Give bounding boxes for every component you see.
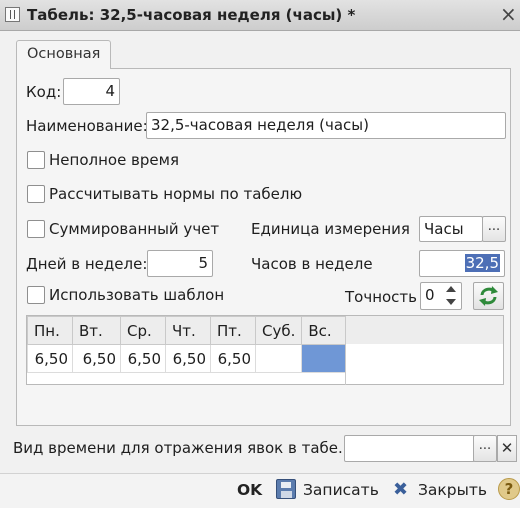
grid-header-wed[interactable]: Ср. [120,316,166,345]
grid-header-mon[interactable]: Пн. [27,316,73,345]
clear-icon[interactable]: ✕ [497,435,517,462]
help-button[interactable]: ? [498,478,520,500]
spin-down-icon[interactable] [446,299,456,305]
ok-button[interactable]: OK [237,481,262,499]
kod-field[interactable]: 4 [63,78,120,105]
days-label: Дней в неделе: [26,255,148,273]
time-type-select-button[interactable]: ... [473,435,497,462]
grid-header-sun[interactable]: Вс. [301,316,347,345]
grid-cell-thu[interactable]: 6,50 [165,344,211,373]
refresh-icon [479,286,498,306]
precision-label: Точность [345,288,418,306]
title-bar: Табель: 32,5-часовая неделя (часы) * × [0,0,520,31]
grid-cell-mon[interactable]: 6,50 [27,344,73,373]
days-field[interactable]: 5 [147,250,213,277]
kod-label: Код: [26,83,62,101]
refresh-button[interactable] [473,282,504,310]
spin-up-icon[interactable] [446,286,456,292]
grid-cell-fri[interactable]: 6,50 [210,344,256,373]
close-window-button[interactable]: × [500,4,520,24]
tab-main-label: Основная [27,46,101,62]
partial-time-checkbox[interactable] [27,151,45,169]
calc-norms-checkbox[interactable] [27,185,45,203]
use-template-label: Использовать шаблон [49,286,225,304]
grid-cell-sun[interactable] [301,344,347,373]
save-button[interactable]: Записать [303,481,379,499]
grid-header-row: Пн. Вт. Ср. Чт. Пт. Суб. Вс. [27,316,347,345]
unit-label: Единица измерения [251,220,410,238]
name-field[interactable]: 32,5-часовая неделя (часы) [146,112,506,139]
grid-cell-sat[interactable] [254,344,303,373]
calc-norms-label: Рассчитывать нормы по табелю [49,185,303,203]
grid-header-tue[interactable]: Вт. [72,316,121,345]
window-title: Табель: 32,5-часовая неделя (часы) * [27,6,356,24]
save-icon [276,479,296,499]
week-grid[interactable]: Пн. Вт. Ср. Чт. Пт. Суб. Вс. 6,50 6,50 6… [27,316,347,373]
hours-label: Часов в неделе [251,255,373,273]
time-type-label: Вид времени для отражения явок в табе.. [13,439,348,457]
unit-field[interactable]: Часы [419,216,483,242]
grid-cell-tue[interactable]: 6,50 [72,344,121,373]
precision-value: 0 [425,286,435,304]
tab-main[interactable]: Основная [16,40,111,69]
close-icon: ✖ [393,479,409,500]
time-type-field[interactable] [344,435,475,462]
precision-spinner[interactable] [443,282,459,310]
grid-cell-wed[interactable]: 6,50 [120,344,166,373]
hours-value: 32,5 [464,254,500,272]
grid-header-fri[interactable]: Пт. [210,316,256,345]
unit-select-button[interactable]: ... [482,216,506,242]
table-icon [5,7,20,22]
use-template-checkbox[interactable] [27,286,45,304]
hours-field[interactable]: 32,5 [419,250,505,277]
close-button[interactable]: Закрыть [418,481,487,499]
grid-header-thu[interactable]: Чт. [165,316,211,345]
table-row: 6,50 6,50 6,50 6,50 6,50 [27,344,347,373]
summarized-label: Суммированный учет [49,220,220,238]
summarized-checkbox[interactable] [27,220,45,238]
grid-header-sat[interactable]: Суб. [254,316,303,345]
name-label: Наименование: [26,117,148,135]
partial-time-label: Неполное время [49,151,179,169]
